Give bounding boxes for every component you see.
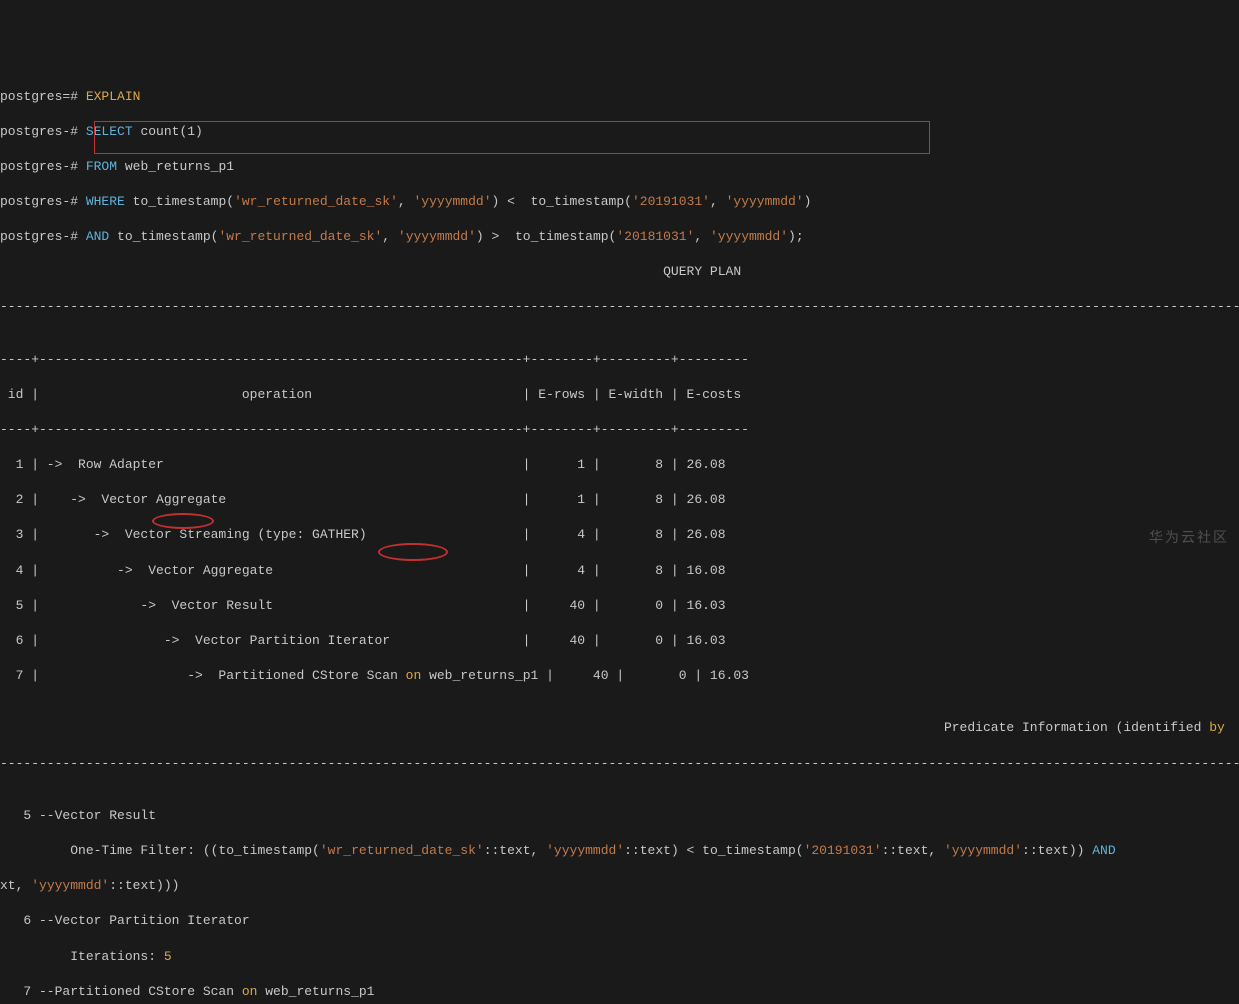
table-header: id | operation | E-rows | E-width | E-co… [0, 386, 1239, 404]
query-plan-header: QUERY PLAN [0, 263, 1239, 281]
table-row: 2 | -> Vector Aggregate | 1 | 8 | 26.08 [0, 491, 1239, 509]
divider: ----------------------------------------… [0, 755, 1239, 773]
sql-line-2: postgres-# SELECT count(1) [0, 123, 1239, 141]
table-header-divider: ----+-----------------------------------… [0, 351, 1239, 369]
kw-explain: EXPLAIN [86, 89, 141, 104]
sql-line-1: postgres=# EXPLAIN [0, 88, 1239, 106]
kw-from: FROM [86, 159, 117, 174]
predicate-header: Predicate Information (identified by [0, 719, 1239, 737]
table-row: 6 | -> Vector Partition Iterator | 40 | … [0, 632, 1239, 650]
table-row-7: 7 | -> Partitioned CStore Scan on web_re… [0, 667, 1239, 685]
sql-line-4: postgres-# WHERE to_timestamp('wr_return… [0, 193, 1239, 211]
pred-wrap-line: xt, 'yyyymmdd'::text))) [0, 877, 1239, 895]
divider: ----------------------------------------… [0, 298, 1239, 316]
pred-iterations-line: Iterations: 5 [0, 948, 1239, 966]
sql-line-3: postgres-# FROM web_returns_p1 [0, 158, 1239, 176]
kw-select: SELECT [86, 124, 133, 139]
pred-line: 5 --Vector Result [0, 807, 1239, 825]
pred-filter-line: One-Time Filter: ((to_timestamp('wr_retu… [0, 842, 1239, 860]
highlight-oval-icon [378, 543, 448, 561]
terminal-output: postgres=# EXPLAIN postgres-# SELECT cou… [0, 70, 1239, 572]
table-row: 1 | -> Row Adapter | 1 | 8 | 26.08 [0, 456, 1239, 474]
kw-and: AND [86, 229, 109, 244]
table-row: 5 | -> Vector Result | 40 | 0 | 16.03 [0, 597, 1239, 615]
sql-line-5: postgres-# AND to_timestamp('wr_returned… [0, 228, 1239, 246]
watermark: 华为云社区 [1149, 528, 1229, 547]
table-row: 4 | -> Vector Aggregate | 4 | 8 | 16.08 [0, 562, 1239, 580]
kw-where: WHERE [86, 194, 125, 209]
table-row: 3 | -> Vector Streaming (type: GATHER) |… [0, 526, 1239, 544]
prompt: postgres=# [0, 89, 86, 104]
pred-scan-line: 7 --Partitioned CStore Scan on web_retur… [0, 983, 1239, 1001]
table-header-divider: ----+-----------------------------------… [0, 421, 1239, 439]
pred-line: 6 --Vector Partition Iterator [0, 912, 1239, 930]
